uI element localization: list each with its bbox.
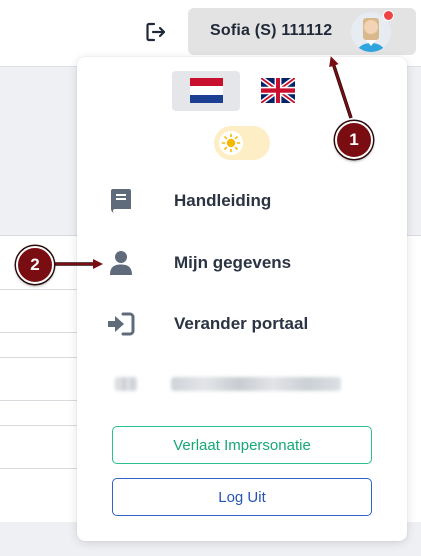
logout-button[interactable]: Log Uit — [112, 478, 372, 516]
sign-in-icon — [107, 310, 135, 338]
background-row-divider — [0, 289, 80, 290]
background-row-divider — [0, 425, 80, 426]
background-row-divider — [0, 400, 80, 401]
background-row-divider — [0, 332, 80, 333]
redacted-menu-item — [115, 374, 345, 394]
book-icon — [107, 187, 135, 215]
menu-item-mijn-gegevens[interactable]: Mijn gegevens — [107, 243, 387, 283]
language-nl-button[interactable] — [172, 71, 240, 111]
logout-icon[interactable] — [144, 20, 168, 44]
user-icon — [107, 249, 135, 277]
user-menu-button[interactable]: Sofia (S) 111112 — [188, 8, 416, 55]
menu-item-label: Verander portaal — [174, 314, 309, 333]
annotation-marker-1: 1 — [335, 121, 373, 159]
menu-item-label: Handleiding — [174, 191, 272, 210]
theme-toggle[interactable] — [214, 126, 270, 160]
notification-dot — [383, 10, 394, 21]
menu-item-label: Mijn gegevens — [174, 253, 292, 272]
sun-icon — [219, 131, 243, 155]
flag-netherlands-icon — [190, 78, 223, 103]
background-row-divider — [0, 357, 80, 358]
menu-item-verander-portaal[interactable]: Verander portaal — [107, 304, 387, 344]
background-row-divider — [0, 468, 80, 469]
language-en-button[interactable] — [244, 71, 312, 111]
leave-impersonation-button[interactable]: Verlaat Impersonatie — [112, 426, 372, 464]
menu-item-handleiding[interactable]: Handleiding — [107, 181, 387, 221]
annotation-marker-2: 2 — [16, 246, 54, 284]
user-name: Sofia (S) 111112 — [210, 22, 333, 39]
flag-uk-icon — [261, 78, 295, 103]
